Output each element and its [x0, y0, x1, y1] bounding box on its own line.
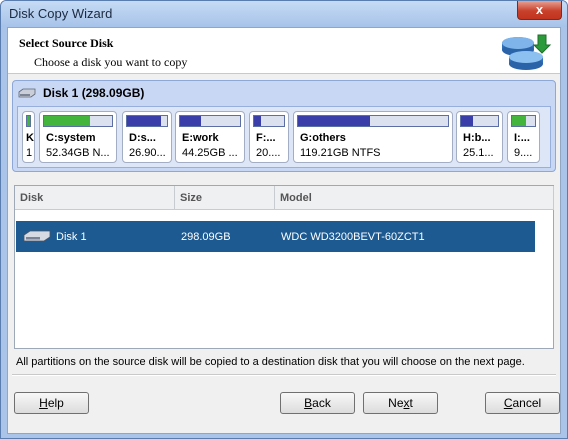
- partition-name: I:...: [514, 132, 530, 144]
- partition-name: G:others: [300, 132, 346, 144]
- wizard-header: Select Source Disk Choose a disk you wan…: [8, 28, 560, 74]
- partition-usage-bar: [297, 115, 449, 127]
- partition-name: K: [26, 132, 34, 144]
- partition-strip: K 1 C:system 52.34GB N... D:s... 26.90..…: [17, 106, 551, 168]
- help-label: elp: [47, 396, 64, 410]
- page-subtitle: Choose a disk you want to copy: [34, 55, 188, 69]
- partition-usage-bar: [26, 115, 31, 127]
- cell-size: 298.09GB: [181, 231, 231, 243]
- partition-block[interactable]: K 1: [22, 111, 35, 163]
- back-accel: B: [304, 396, 313, 410]
- partition-info: 25.1...: [463, 147, 494, 159]
- column-header-model[interactable]: Model: [275, 186, 554, 210]
- column-header-disk[interactable]: Disk: [15, 186, 175, 210]
- info-text: All partitions on the source disk will b…: [16, 356, 525, 368]
- page-title: Select Source Disk: [19, 36, 114, 50]
- partition-usage-bar: [179, 115, 241, 127]
- cancel-button[interactable]: Cancel: [485, 392, 560, 414]
- partition-name: D:s...: [129, 132, 156, 144]
- partition-info: 52.34GB N...: [46, 147, 110, 159]
- partition-name: E:work: [182, 132, 219, 144]
- partition-usage-fill: [298, 116, 370, 126]
- column-header-size[interactable]: Size: [175, 186, 275, 210]
- close-button[interactable]: x: [517, 1, 562, 20]
- disk-label: Disk 1 (298.09GB): [43, 86, 145, 100]
- next-label-end: t: [409, 396, 413, 410]
- hard-disk-icon: [23, 230, 51, 242]
- window-title: Disk Copy Wizard: [9, 6, 113, 21]
- partition-block[interactable]: G:others 119.21GB NTFS: [293, 111, 453, 163]
- partition-info: 119.21GB NTFS: [300, 147, 381, 159]
- next-button[interactable]: Next: [363, 392, 438, 414]
- partition-info: 26.90...: [129, 147, 166, 159]
- partition-usage-fill: [254, 116, 261, 126]
- disk-table: Disk Size Model Disk 1 298.09GB WDC WD32…: [14, 185, 554, 349]
- partition-block[interactable]: E:work 44.25GB ...: [175, 111, 245, 163]
- partition-block[interactable]: I:... 9....: [507, 111, 540, 163]
- table-row[interactable]: Disk 1 298.09GB WDC WD3200BEVT-60ZCT1: [16, 221, 535, 252]
- partition-usage-fill: [27, 116, 30, 126]
- disk-map-panel: Disk 1 (298.09GB) K 1 C:system 52.34GB N…: [12, 80, 556, 172]
- partition-usage-bar: [511, 115, 536, 127]
- help-accel: H: [39, 396, 48, 410]
- partition-usage-fill: [127, 116, 161, 126]
- partition-info: 44.25GB ...: [182, 147, 238, 159]
- partition-info: 20....: [256, 147, 281, 159]
- dialog-body: Select Source Disk Choose a disk you wan…: [7, 27, 561, 434]
- partition-usage-fill: [44, 116, 91, 126]
- back-label: ack: [312, 396, 331, 410]
- partition-block[interactable]: H:b... 25.1...: [456, 111, 503, 163]
- partition-usage-fill: [512, 116, 526, 126]
- cancel-label: ancel: [512, 396, 542, 410]
- hard-disk-icon: [18, 88, 36, 98]
- partition-name: H:b...: [463, 132, 491, 144]
- partition-usage-fill: [461, 116, 473, 126]
- partition-usage-bar: [126, 115, 168, 127]
- divider: [12, 374, 556, 376]
- partition-block[interactable]: F:... 20....: [249, 111, 289, 163]
- partition-info: 1: [26, 147, 33, 159]
- partition-usage-fill: [180, 116, 201, 126]
- help-button[interactable]: Help: [14, 392, 89, 414]
- partition-usage-bar: [253, 115, 285, 127]
- partition-block[interactable]: C:system 52.34GB N...: [39, 111, 117, 163]
- dialog-window: Disk Copy Wizard x Select Source Disk Ch…: [0, 0, 568, 439]
- partition-block[interactable]: D:s... 26.90...: [122, 111, 172, 163]
- partition-name: F:...: [256, 132, 276, 144]
- cell-model: WDC WD3200BEVT-60ZCT1: [281, 231, 425, 243]
- partition-info: 9....: [514, 147, 533, 159]
- partition-usage-bar: [43, 115, 113, 127]
- cell-disk: Disk 1: [56, 231, 87, 243]
- disk-copy-icon: [502, 34, 552, 70]
- next-label-start: Ne: [388, 396, 404, 410]
- back-button[interactable]: Back: [280, 392, 355, 414]
- partition-usage-bar: [460, 115, 499, 127]
- title-bar[interactable]: Disk Copy Wizard x: [1, 1, 567, 27]
- partition-name: C:system: [46, 132, 96, 144]
